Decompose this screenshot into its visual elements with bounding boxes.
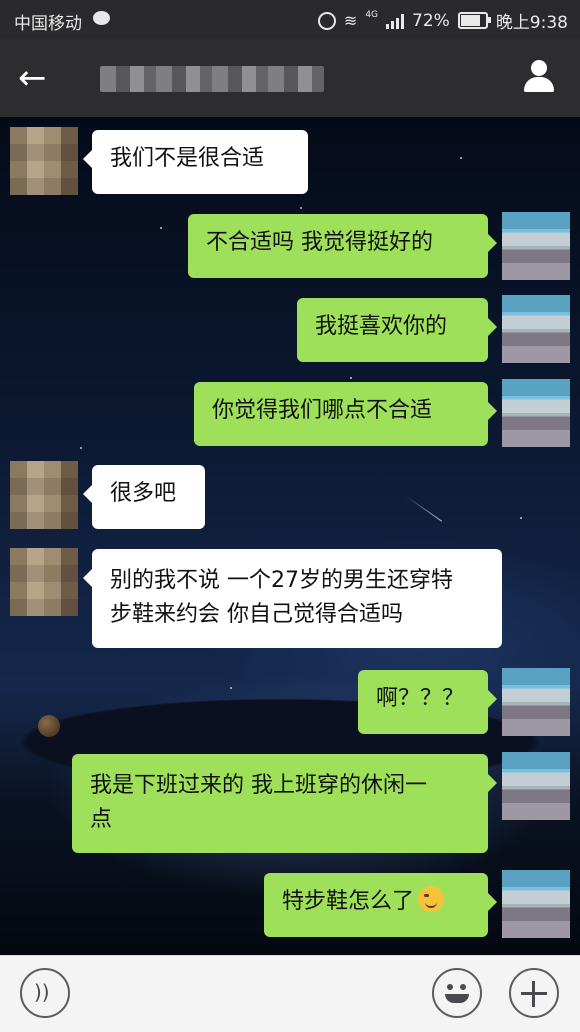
contact-avatar[interactable] — [10, 461, 78, 529]
voice-button[interactable]: )) — [20, 968, 70, 1018]
message-bubble-received[interactable]: 别的我不说 一个27岁的男生还穿特 步鞋来约会 你自己觉得合适吗 — [83, 549, 502, 648]
message-bubble-sent[interactable]: 我是下班过来的 我上班穿的休闲一 点 — [72, 754, 497, 853]
message-text: 我是下班过来的 我上班穿的休闲一 — [90, 773, 427, 798]
message-bubble-sent[interactable]: 特步鞋怎么了 — [264, 873, 497, 937]
battery-icon — [457, 12, 491, 29]
notification-icon — [93, 11, 110, 25]
profile-button[interactable] — [520, 58, 558, 96]
message-text: 不合适吗 我觉得挺好的 — [206, 230, 433, 255]
wifi-icon: ≋ — [343, 11, 358, 30]
alarm-icon — [317, 11, 336, 30]
message-text: 我挺喜欢你的 — [315, 314, 448, 339]
back-button[interactable]: ← — [18, 60, 62, 96]
my-avatar[interactable] — [502, 870, 570, 938]
message-text: 点 — [90, 807, 113, 832]
voice-icon: )) — [34, 980, 50, 1004]
smirk-emoji-icon — [418, 886, 445, 912]
status-indicators: ≋ 4G 72% 晚上9:38 — [317, 8, 568, 33]
message-bubble-received[interactable]: 我们不是很合适 — [83, 130, 308, 194]
message-text: 别的我不说 一个27岁的男生还穿特 — [110, 568, 453, 593]
message-text: 你觉得我们哪点不合适 — [212, 398, 433, 423]
my-avatar[interactable] — [502, 668, 570, 736]
arrow-left-icon: ← — [18, 58, 47, 98]
chat-header: ← — [0, 38, 580, 117]
battery-percent: 72% — [412, 10, 450, 31]
contact-avatar[interactable] — [10, 548, 78, 616]
carrier-label: 中国移动 — [14, 14, 82, 34]
message-bubble-sent[interactable]: 啊？？？ — [358, 670, 497, 734]
message-bubble-received[interactable]: 很多吧 — [83, 465, 205, 529]
network-type: 4G — [365, 9, 379, 20]
message-bubble-sent[interactable]: 你觉得我们哪点不合适 — [194, 382, 497, 446]
more-button[interactable] — [509, 968, 559, 1018]
signal-icon — [386, 13, 405, 29]
status-bar: 中国移动 ≋ 4G 72% 晚上9:38 — [0, 0, 580, 38]
clock: 晚上9:38 — [495, 13, 568, 33]
message-bubble-sent[interactable]: 不合适吗 我觉得挺好的 — [188, 214, 497, 278]
input-bar: )) — [0, 955, 580, 1032]
message-text: 很多吧 — [110, 481, 177, 506]
my-avatar[interactable] — [502, 752, 570, 820]
contact-avatar[interactable] — [10, 127, 78, 195]
contact-name-blurred — [100, 66, 324, 92]
emoji-button[interactable] — [432, 968, 482, 1018]
my-avatar[interactable] — [502, 295, 570, 363]
my-avatar[interactable] — [502, 379, 570, 447]
message-text: 特步鞋怎么了 — [282, 889, 415, 914]
message-bubble-sent[interactable]: 我挺喜欢你的 — [297, 298, 497, 362]
message-text: 我们不是很合适 — [110, 146, 265, 171]
my-avatar[interactable] — [502, 212, 570, 280]
message-text: 步鞋来约会 你自己觉得合适吗 — [110, 602, 403, 627]
message-text: 啊？？？ — [376, 686, 465, 711]
